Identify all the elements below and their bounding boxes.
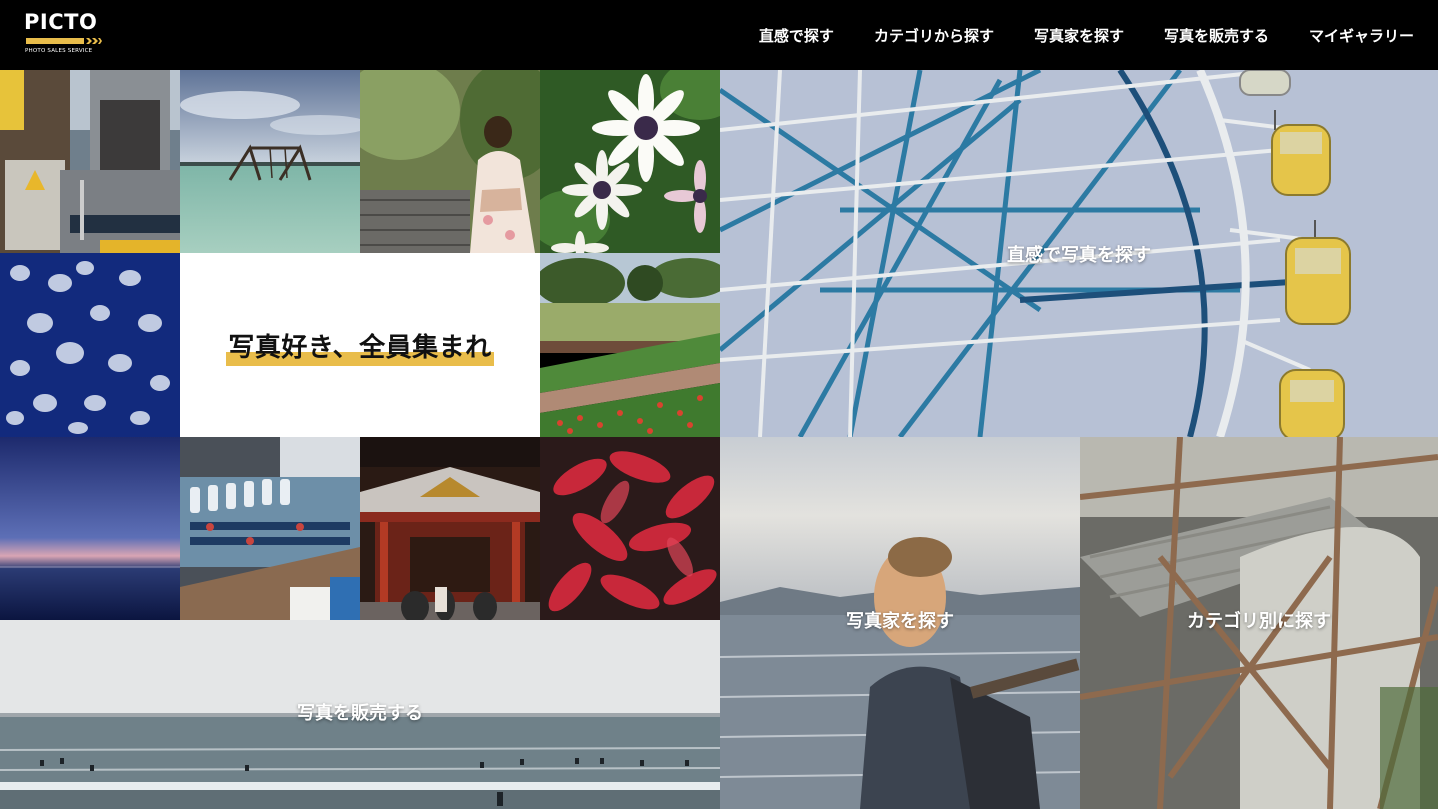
logo-arrow-icon	[26, 38, 102, 44]
kimono-woman-photo[interactable]	[360, 70, 540, 253]
park-flowerbed-photo[interactable]	[540, 253, 720, 437]
main-nav: 直感で探す カテゴリから探す 写真家を探す 写真を販売する マイギャラリー	[719, 0, 1414, 70]
jellyfish-photo[interactable]	[0, 253, 180, 437]
shrine-gate-photo[interactable]	[360, 437, 540, 620]
sell-photo-link[interactable]: 写真を販売する	[0, 620, 720, 809]
hero-title-text: 写真好き、全員集まれ	[228, 332, 492, 363]
photographer-search-link[interactable]: 写真家を探す	[720, 437, 1080, 809]
shopping-street-photo[interactable]	[0, 70, 180, 253]
nav-my-gallery[interactable]: マイギャラリー	[1309, 25, 1414, 46]
nav-category[interactable]: カテゴリから探す	[874, 25, 994, 46]
red-leaves-photo[interactable]	[540, 437, 720, 620]
hero-title: 写真好き、全員集まれ	[226, 327, 494, 366]
site-header: PICTO PHOTO SALES SERVICE 直感で探す カテゴリから探す…	[0, 0, 1438, 70]
logo-wordmark: PICTO	[24, 10, 98, 34]
nav-photographer[interactable]: 写真家を探す	[1034, 25, 1124, 46]
drink-cooler-photo[interactable]	[180, 437, 360, 620]
intuition-search-link[interactable]: 直感で写真を探す	[720, 70, 1438, 437]
sea-swing-photo[interactable]	[180, 70, 360, 253]
hero-banner: 写真好き、全員集まれ	[180, 253, 540, 437]
logo-tagline: PHOTO SALES SERVICE	[25, 48, 93, 54]
nav-sell[interactable]: 写真を販売する	[1164, 25, 1269, 46]
picto-logo[interactable]: PICTO PHOTO SALES SERVICE	[24, 10, 106, 58]
nav-intuition[interactable]: 直感で探す	[759, 25, 834, 46]
white-daisy-photo[interactable]	[540, 70, 720, 253]
category-search-link[interactable]: カテゴリ別に探す	[1080, 437, 1438, 809]
dusk-sea-photo[interactable]	[0, 437, 180, 620]
